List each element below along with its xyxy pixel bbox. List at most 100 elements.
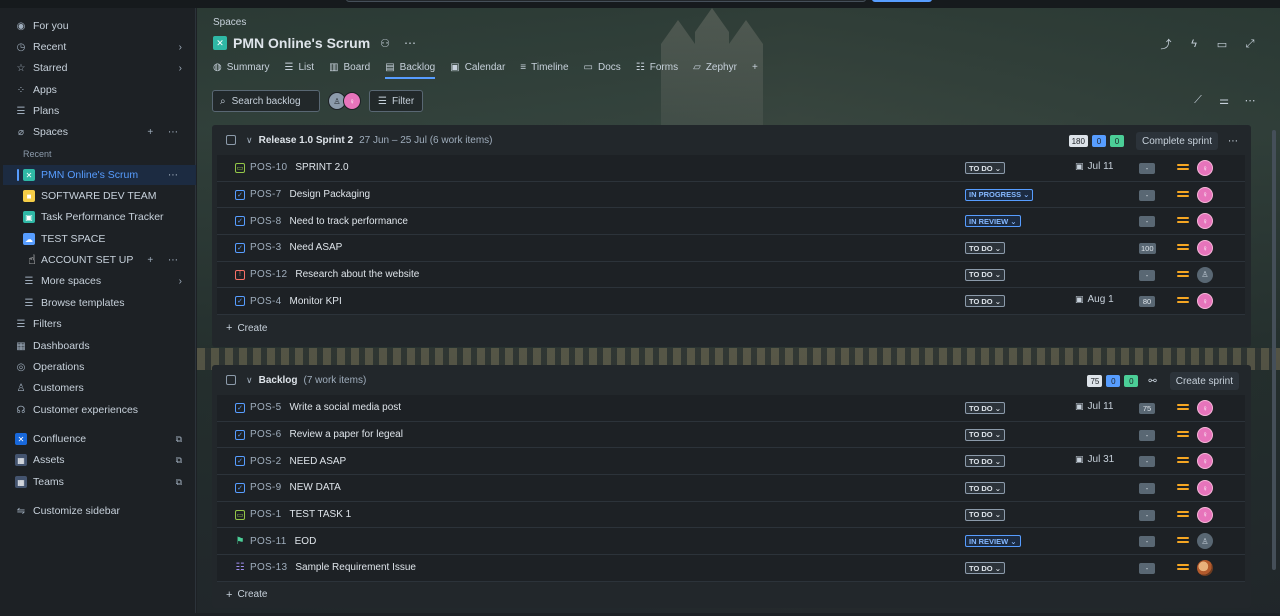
sidebar-more-spaces[interactable]: ☰ More spaces › — [3, 271, 196, 291]
assignee-avatar[interactable] — [1197, 560, 1213, 577]
tab-docs[interactable]: ▭ Docs — [584, 58, 621, 76]
due-date[interactable]: ▣ Jul 31 — [1075, 454, 1114, 465]
issue-key[interactable]: POS-3 — [250, 242, 282, 253]
status-dropdown[interactable]: TO DO ⌄ — [965, 562, 1005, 575]
sidebar-customize[interactable]: ⇋ Customize sidebar — [3, 501, 196, 521]
assignee-avatar[interactable]: ♀ — [1197, 426, 1213, 443]
space-actions[interactable]: + ⋯ — [147, 255, 184, 266]
sidebar-space-test-space[interactable]: ☁ TEST SPACE — [3, 229, 196, 249]
status-dropdown[interactable]: TO DO ⌄ — [965, 162, 1005, 174]
issue-summary[interactable]: NEW DATA — [290, 482, 341, 493]
status-dropdown[interactable]: TO DO ⌄ — [965, 295, 1005, 308]
issue-key[interactable]: POS-9 — [250, 482, 282, 493]
issue-key[interactable]: POS-4 — [250, 296, 282, 307]
priority-medium-icon[interactable] — [1177, 215, 1189, 225]
insights-icon[interactable]: ⟋ — [1190, 92, 1206, 108]
tab-calendar[interactable]: ▣ Calendar — [450, 58, 505, 76]
due-date[interactable]: ▣ Aug 1 — [1075, 294, 1114, 305]
sidebar-space-pmn-online-scrum[interactable]: ✕ PMN Online's Scrum ⋯ — [3, 165, 196, 185]
breadcrumb[interactable]: Spaces — [213, 17, 246, 28]
sidebar-app-teams[interactable]: ▦ Teams ⧉ — [3, 472, 196, 492]
story-points-badge[interactable]: - — [1139, 563, 1155, 575]
tab-timeline[interactable]: ≡ Timeline — [520, 58, 568, 76]
priority-medium-icon[interactable] — [1177, 402, 1189, 412]
add-tab-button[interactable]: + — [752, 58, 763, 76]
issue-summary[interactable]: Need to track performance — [290, 216, 408, 227]
issue-key[interactable]: POS-1 — [250, 509, 282, 520]
table-row[interactable]: ✓ POS-2 NEED ASAP TO DO ⌄ ▣ Jul 31 - ♀ — [217, 448, 1245, 476]
create-sprint-button[interactable]: Create sprint — [1169, 372, 1239, 390]
tab-zephyr[interactable]: ▱ Zephyr — [693, 58, 737, 76]
sidebar-item-customer-experiences[interactable]: ☊ Customer experiences — [3, 400, 196, 420]
priority-medium-icon[interactable] — [1177, 429, 1189, 439]
sprint-checkbox[interactable] — [226, 135, 236, 145]
assignee-avatar[interactable]: ♀ — [1197, 186, 1213, 203]
avatar[interactable]: ♀ — [343, 92, 361, 110]
issue-summary[interactable]: NEED ASAP — [290, 456, 347, 467]
issue-summary[interactable]: Need ASAP — [290, 242, 343, 253]
chevron-down-icon[interactable]: ∨ — [246, 375, 253, 386]
table-row[interactable]: ▭ POS-1 TEST TASK 1 TO DO ⌄ - ♀ — [217, 501, 1245, 529]
scrollbar[interactable] — [1272, 130, 1276, 570]
status-dropdown[interactable]: TO DO ⌄ — [965, 242, 1005, 255]
automation-icon[interactable]: ϟ — [1184, 35, 1204, 53]
complete-sprint-button[interactable]: Complete sprint — [1135, 132, 1218, 150]
status-dropdown[interactable]: TO DO ⌄ — [965, 508, 1005, 521]
story-points-badge[interactable]: - — [1139, 483, 1155, 495]
priority-medium-icon[interactable] — [1177, 242, 1189, 252]
issue-summary[interactable]: SPRINT 2.0 — [295, 162, 348, 173]
priority-medium-icon[interactable] — [1177, 455, 1189, 465]
issue-key[interactable]: POS-12 — [250, 269, 287, 280]
spaces-actions[interactable]: + ⋯ — [147, 127, 184, 138]
table-row[interactable]: ✓ POS-4 Monitor KPI TO DO ⌄ ▣ Aug 1 80 ♀ — [217, 288, 1245, 316]
tab-list[interactable]: ☰ List — [285, 58, 315, 76]
issue-key[interactable]: POS-2 — [250, 456, 282, 467]
story-points-badge[interactable]: - — [1139, 163, 1155, 174]
issue-summary[interactable]: EOD — [295, 536, 317, 547]
link-icon[interactable]: ⚯ — [1148, 376, 1157, 387]
status-dropdown[interactable]: TO DO ⌄ — [965, 482, 1005, 495]
priority-medium-icon[interactable] — [1177, 189, 1189, 199]
sidebar-item-recent[interactable]: ◷ Recent › — [3, 37, 196, 57]
priority-medium-icon[interactable] — [1177, 269, 1189, 279]
sidebar-app-confluence[interactable]: ✕ Confluence ⧉ — [3, 429, 196, 449]
fullscreen-icon[interactable]: ⤢ — [1240, 35, 1260, 53]
chevron-down-icon[interactable]: ∨ — [246, 135, 253, 146]
more-icon[interactable]: ⋯ — [1242, 92, 1258, 108]
share-icon[interactable]: ⤴ — [1156, 35, 1176, 53]
issue-key[interactable]: POS-13 — [250, 562, 287, 573]
sprint-create-button[interactable]: + Create — [212, 315, 1251, 341]
sidebar-browse-templates[interactable]: ☰ Browse templates — [3, 293, 196, 313]
table-row[interactable]: ✓ POS-3 Need ASAP TO DO ⌄ 100 ♀ — [217, 235, 1245, 262]
assignee-avatar[interactable]: ♀ — [1197, 213, 1213, 230]
sidebar-item-filters[interactable]: ☰ Filters — [3, 314, 196, 334]
issue-summary[interactable]: Write a social media post — [290, 402, 402, 413]
tab-board[interactable]: ▥ Board — [329, 58, 370, 76]
issue-key[interactable]: POS-11 — [250, 536, 287, 547]
table-row[interactable]: ✓ POS-6 Review a paper for legeal TO DO ⌄ - ♀ — [217, 421, 1245, 449]
table-row[interactable]: ⚑ POS-11 EOD IN REVIEW ⌄ - ♙ — [217, 528, 1245, 556]
story-points-badge[interactable]: 100 — [1139, 243, 1156, 255]
issue-key[interactable]: POS-7 — [250, 189, 282, 200]
sidebar-app-assets[interactable]: ▦ Assets ⧉ — [3, 450, 196, 470]
table-row[interactable]: ▭ POS-10 SPRINT 2.0 TO DO ⌄ ▣ Jul 11 - ♀ — [217, 155, 1245, 182]
issue-key[interactable]: POS-10 — [250, 162, 287, 173]
due-date[interactable]: ▣ Jul 11 — [1075, 161, 1113, 172]
sidebar-space-task-performance-tracker[interactable]: ▣ Task Performance Tracker — [3, 207, 196, 227]
backlog-create-button[interactable]: + Create — [212, 582, 1251, 608]
table-row[interactable]: ✓ POS-7 Design Packaging IN PROGRESS ⌄ - ♀ — [217, 181, 1245, 209]
story-points-badge[interactable]: - — [1139, 429, 1155, 441]
status-dropdown[interactable]: TO DO ⌄ — [965, 428, 1005, 441]
due-date[interactable]: ▣ Jul 11 — [1075, 401, 1113, 412]
issue-summary[interactable]: Monitor KPI — [290, 296, 342, 307]
sprint-more-icon[interactable]: ⋯ — [1228, 136, 1239, 147]
story-points-badge[interactable]: - — [1139, 536, 1155, 548]
table-row[interactable]: ☷ POS-13 Sample Requirement Issue TO DO ⌄ - — [217, 555, 1245, 582]
sidebar-space-software-dev-team[interactable]: ■ SOFTWARE DEV TEAM — [3, 186, 196, 206]
assignee-avatar[interactable]: ♀ — [1197, 240, 1213, 257]
story-points-badge[interactable]: - — [1139, 269, 1155, 281]
sidebar-item-dashboards[interactable]: ▦ Dashboards — [3, 336, 196, 356]
feedback-icon[interactable]: ▭ — [1212, 35, 1232, 53]
sidebar-item-customers[interactable]: ♙ Customers — [3, 378, 196, 398]
status-dropdown[interactable]: TO DO ⌄ — [965, 402, 1005, 414]
